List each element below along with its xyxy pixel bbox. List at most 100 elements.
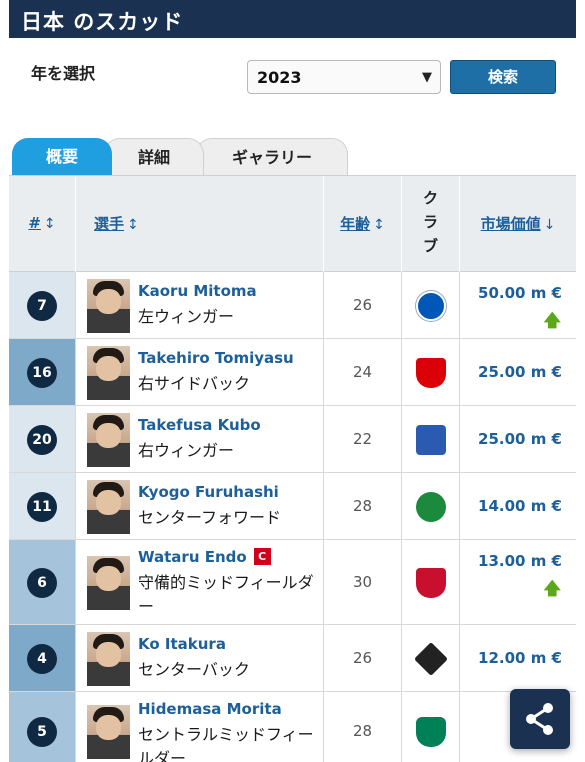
number-cell: 4 xyxy=(9,625,76,691)
market-value-link[interactable]: 12.00 m € xyxy=(478,649,562,667)
club-cell xyxy=(402,406,460,472)
market-value-cell: 14.00 m € xyxy=(460,473,576,539)
player-cell: Wataru Endo C 守備的ミッドフィールダー xyxy=(76,540,324,624)
player-age: 26 xyxy=(352,296,373,314)
player-name[interactable]: Kyogo Furuhashi xyxy=(138,483,279,501)
player-name[interactable]: Takefusa Kubo xyxy=(138,416,261,434)
shirt-number: 16 xyxy=(27,358,57,388)
celtic-crest-icon[interactable] xyxy=(416,492,446,522)
player-cell: Takehiro Tomiyasu 右サイドバック xyxy=(76,339,324,405)
tab-bar: 概要 詳細 ギャラリー xyxy=(9,138,576,175)
player-photo[interactable] xyxy=(87,413,130,467)
shirt-number: 7 xyxy=(27,291,57,321)
table-row: 20 Takefusa Kubo 右ウィンガー 22 25.00 m € xyxy=(9,406,576,473)
tab-gallery[interactable]: ギャラリー xyxy=(196,138,348,175)
club-cell xyxy=(402,473,460,539)
club-cell xyxy=(402,692,460,762)
market-value-link[interactable]: 25.00 m € xyxy=(478,430,562,448)
player-name-link[interactable]: Takefusa Kubo xyxy=(138,416,261,434)
player-name-link[interactable]: Hidemasa Morita xyxy=(138,700,282,718)
liverpool-crest-icon[interactable] xyxy=(416,568,446,598)
market-value-link[interactable]: 50.00 m € xyxy=(478,284,562,302)
header-player[interactable]: 選手 ↕ xyxy=(76,176,324,272)
header-age[interactable]: 年齢 ↕ xyxy=(324,176,402,272)
brighton-crest-icon[interactable] xyxy=(416,291,446,321)
market-value-link[interactable]: 25.00 m € xyxy=(478,363,562,381)
real-sociedad-crest-icon[interactable] xyxy=(416,425,446,455)
header-number[interactable]: # ↕ xyxy=(9,176,76,272)
player-cell: Kaoru Mitoma 左ウィンガー xyxy=(76,272,324,338)
table-row: 4 Ko Itakura センターバック 26 12.00 m € xyxy=(9,625,576,692)
player-name-link[interactable]: Wataru Endo C xyxy=(138,548,271,566)
arsenal-crest-icon[interactable] xyxy=(416,358,446,388)
player-age: 30 xyxy=(352,573,373,591)
player-position: セントラルミッドフィールダー xyxy=(138,725,314,762)
year-label: 年を選択 xyxy=(31,64,96,83)
number-cell: 11 xyxy=(9,473,76,539)
market-value-cell: 25.00 m € xyxy=(460,406,576,472)
table-row: 7 Kaoru Mitoma 左ウィンガー 26 50.00 m € 🡅 xyxy=(9,272,576,339)
market-value-cell: 50.00 m € 🡅 xyxy=(460,272,576,338)
player-name[interactable]: Wataru Endo xyxy=(138,548,247,566)
header-club-text: クラブ xyxy=(422,189,438,255)
search-button[interactable]: 検索 xyxy=(450,60,556,94)
player-cell: Kyogo Furuhashi センターフォワード xyxy=(76,473,324,539)
sort-market-value-link[interactable]: 市場価値 xyxy=(481,215,541,233)
number-cell: 20 xyxy=(9,406,76,472)
header-club: クラブ xyxy=(402,176,460,272)
trend-up-icon: 🡅 xyxy=(543,579,561,599)
header-market-value[interactable]: 市場価値 ↓ xyxy=(460,176,576,272)
player-age: 26 xyxy=(352,649,373,667)
sporting-crest-icon[interactable] xyxy=(416,717,446,747)
player-photo[interactable] xyxy=(87,279,130,333)
age-cell: 28 xyxy=(324,692,402,762)
age-cell: 24 xyxy=(324,339,402,405)
table-row: 16 Takehiro Tomiyasu 右サイドバック 24 25.00 m … xyxy=(9,339,576,406)
market-value-cell: 12.00 m € xyxy=(460,625,576,691)
player-age: 22 xyxy=(352,430,373,448)
year-select-value: 2023 xyxy=(257,68,302,87)
share-button[interactable] xyxy=(510,689,570,749)
player-name-link[interactable]: Kaoru Mitoma xyxy=(138,282,257,300)
player-position: センターフォワード xyxy=(138,508,282,527)
player-name-link[interactable]: Ko Itakura xyxy=(138,635,226,653)
player-photo[interactable] xyxy=(87,480,130,534)
tab-overview[interactable]: 概要 xyxy=(12,138,112,175)
market-value-link[interactable]: 13.00 m € xyxy=(478,552,562,570)
shirt-number: 5 xyxy=(27,717,57,747)
year-select[interactable]: 2023 ▼ xyxy=(247,60,441,94)
gladbach-crest-icon[interactable] xyxy=(414,642,448,676)
table-header: # ↕ 選手 ↕ 年齢 ↕ クラブ 市場価値 ↓ xyxy=(9,176,576,272)
club-cell xyxy=(402,272,460,338)
player-photo[interactable] xyxy=(87,556,130,610)
number-cell: 7 xyxy=(9,272,76,338)
page-title: 日本 のスカッド xyxy=(9,0,576,38)
sort-player-link[interactable]: 選手 xyxy=(94,215,124,233)
player-name[interactable]: Takehiro Tomiyasu xyxy=(138,349,294,367)
sort-age-link[interactable]: 年齢 xyxy=(340,215,370,233)
player-position: 左ウィンガー xyxy=(138,307,235,326)
player-photo[interactable] xyxy=(87,346,130,400)
captain-icon: C xyxy=(253,548,271,565)
player-name-link[interactable]: Takehiro Tomiyasu xyxy=(138,349,294,367)
shirt-number: 11 xyxy=(27,492,57,522)
table-row: 11 Kyogo Furuhashi センターフォワード 28 14.00 m … xyxy=(9,473,576,540)
age-cell: 28 xyxy=(324,473,402,539)
player-name[interactable]: Ko Itakura xyxy=(138,635,226,653)
player-photo[interactable] xyxy=(87,632,130,686)
player-name-link[interactable]: Kyogo Furuhashi xyxy=(138,483,279,501)
player-position: 守備的ミッドフィールダー xyxy=(138,573,314,616)
sort-number-link[interactable]: # xyxy=(28,214,41,232)
tab-detail[interactable]: 詳細 xyxy=(104,138,204,175)
player-name[interactable]: Kaoru Mitoma xyxy=(138,282,257,300)
player-name[interactable]: Hidemasa Morita xyxy=(138,700,282,718)
shirt-number: 6 xyxy=(27,568,57,598)
table-row: 5 Hidemasa Morita セントラルミッドフィールダー 28 12.0 xyxy=(9,692,576,762)
player-position: 右サイドバック xyxy=(138,374,251,393)
sort-icon: ↕ xyxy=(373,217,385,233)
player-age: 28 xyxy=(352,497,373,515)
squad-table: # ↕ 選手 ↕ 年齢 ↕ クラブ 市場価値 ↓ 7 Kaoru Mitoma 左ウィン… xyxy=(9,175,576,762)
player-position: 右ウィンガー xyxy=(138,441,235,460)
market-value-link[interactable]: 14.00 m € xyxy=(478,497,562,515)
player-photo[interactable] xyxy=(87,705,130,759)
